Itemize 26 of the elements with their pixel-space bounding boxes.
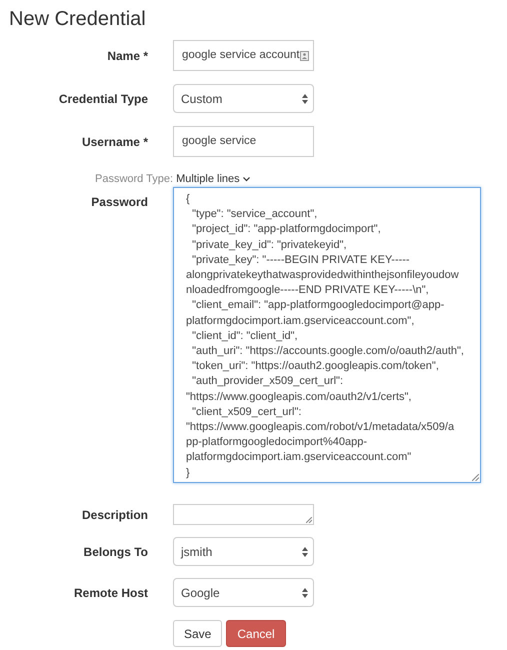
- chevron-down-icon: [242, 176, 250, 182]
- text-field[interactable]: google service account: [173, 40, 314, 71]
- up-down-caret-icon: [302, 94, 308, 104]
- page-title: New Credential: [9, 7, 146, 32]
- cancel-button[interactable]: Cancel: [226, 620, 286, 647]
- field-label: Description: [82, 506, 148, 524]
- password-type-dropdown[interactable]: Multiple lines: [176, 172, 250, 186]
- password-type-label: Password Type:: [95, 172, 174, 186]
- up-down-caret-icon: [302, 588, 308, 598]
- field-label: Name *: [107, 48, 148, 64]
- resize-handle-icon[interactable]: [472, 474, 479, 481]
- field-label: Credential Type: [58, 90, 148, 108]
- password-text: { "type": "service_account", "project_id": "app-platformgdocimport", "private_key_id": "privatekeyid", "private_key": "-----BEGIN PRIVATE KEY----- alongprivatekeythatwasprovidedwithinthejsonfileyoudow nloadedfromgoogle-----END PRIVATE KEY-----\n", "client_email": "app-platformgoogledocimport@app- platformgdocimport.iam.gserviceaccount.com", "client_id": "client_id", "auth_uri": "https://accounts.google.com/o/oauth2/auth", "token_uri": "https://oauth2.googleapis.com/token", "auth_provider_x509_cert_url": "https://www.googleapis.com/oauth2/v1/certs", "client_x509_cert_url": "https://www.googleapis.com/robot/v1/metadata/x509/a pp-platformgoogledocimport%40app- platformgdocimport.iam.gserviceaccount.com" }: [186, 192, 464, 481]
- description-field[interactable]: [173, 504, 314, 525]
- contact-card-icon[interactable]: [300, 50, 309, 60]
- resize-handle-icon[interactable]: [306, 517, 312, 523]
- save-button[interactable]: Save: [173, 620, 222, 647]
- select-dropdown[interactable]: Custom: [173, 84, 314, 113]
- select-dropdown[interactable]: jsmith: [173, 537, 314, 566]
- select-dropdown[interactable]: Google: [173, 578, 314, 607]
- field-label: Password: [91, 194, 148, 211]
- field-label: Username *: [82, 134, 148, 150]
- text-field[interactable]: google service: [173, 126, 314, 157]
- field-label: Remote Host: [74, 584, 148, 602]
- field-label: Belongs To: [84, 544, 148, 560]
- up-down-caret-icon: [302, 546, 308, 556]
